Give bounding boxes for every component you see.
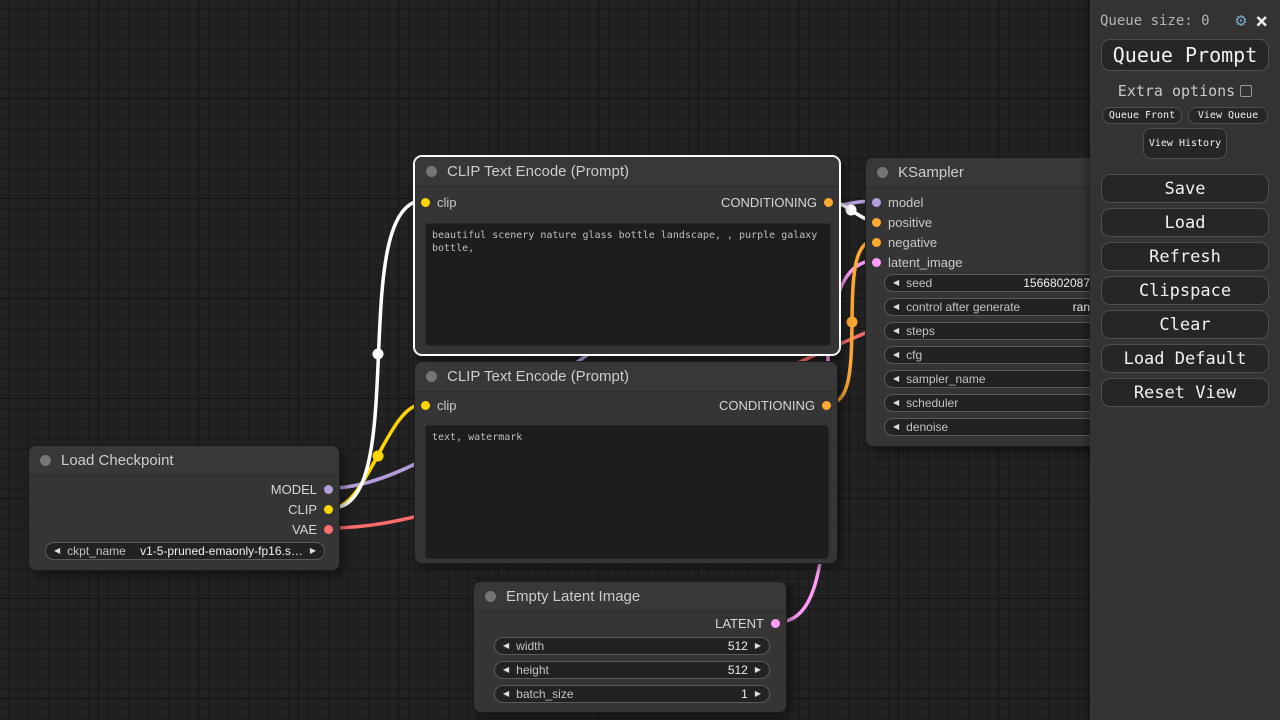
denoise-widget[interactable]: ◀ denoise ▶ — [884, 418, 1124, 436]
close-icon[interactable]: × — [1255, 10, 1268, 31]
stepper-left-icon[interactable]: ◀ — [503, 642, 509, 650]
slot-dot-conditioning[interactable] — [822, 400, 831, 410]
save-button[interactable]: Save — [1101, 174, 1269, 203]
refresh-button[interactable]: Refresh — [1101, 242, 1269, 271]
seed-widget[interactable]: ◀ seed 1566802087 ▶ — [884, 274, 1124, 292]
slot-dot-conditioning[interactable] — [824, 197, 833, 207]
ckpt-name-widget[interactable]: ◀ ckpt_name v1-5-pruned-emaonly-fp16.s… … — [45, 542, 325, 560]
control-after-generate-widget[interactable]: ◀ control after generate ran ▶ — [884, 298, 1124, 316]
node-clip-text-encode-negative[interactable]: CLIP Text Encode (Prompt) clip CONDITION… — [414, 361, 838, 564]
queue-front-button[interactable]: Queue Front — [1102, 107, 1182, 124]
node-title: CLIP Text Encode (Prompt) — [447, 368, 630, 385]
steps-widget[interactable]: ◀ steps ▶ — [884, 322, 1124, 340]
stepper-left-icon[interactable]: ◀ — [503, 666, 509, 674]
prompt-textarea[interactable]: text, watermark — [425, 425, 829, 559]
stepper-left-icon[interactable]: ◀ — [893, 375, 899, 383]
output-slot-clip: CLIP — [29, 501, 339, 517]
queue-prompt-button[interactable]: Queue Prompt — [1101, 39, 1269, 71]
stepper-left-icon[interactable]: ◀ — [54, 547, 60, 555]
extra-options-checkbox[interactable] — [1240, 85, 1253, 97]
node-clip-text-encode-positive[interactable]: CLIP Text Encode (Prompt) clip CONDITION… — [413, 155, 841, 356]
sampler-name-widget[interactable]: ◀ sampler_name ▶ — [884, 370, 1124, 388]
scheduler-widget[interactable]: ◀ scheduler ▶ — [884, 394, 1124, 412]
slot-dot-conditioning[interactable] — [872, 237, 881, 247]
stepper-right-icon[interactable]: ▶ — [755, 690, 761, 698]
node-title: KSampler — [898, 164, 964, 181]
collapse-dot-icon[interactable] — [485, 591, 496, 602]
node-header[interactable]: CLIP Text Encode (Prompt) — [415, 362, 837, 392]
node-load-checkpoint[interactable]: Load Checkpoint MODEL CLIP VAE ◀ ckpt_na… — [28, 445, 340, 571]
stepper-left-icon[interactable]: ◀ — [893, 423, 899, 431]
stepper-left-icon[interactable]: ◀ — [503, 690, 509, 698]
stepper-right-icon[interactable]: ▶ — [755, 666, 761, 674]
slot-dot-clip[interactable] — [324, 504, 333, 514]
output-slot-latent: LATENT — [474, 615, 786, 631]
view-history-button[interactable]: View History — [1143, 128, 1227, 159]
graph-canvas[interactable]: CLIP Text Encode (Prompt) clip CONDITION… — [0, 0, 1280, 720]
collapse-dot-icon[interactable] — [40, 455, 51, 466]
node-title: CLIP Text Encode (Prompt) — [447, 163, 630, 180]
collapse-dot-icon[interactable] — [877, 167, 888, 178]
prompt-textarea[interactable]: beautiful scenery nature glass bottle la… — [425, 223, 831, 346]
stepper-right-icon[interactable]: ▶ — [310, 547, 316, 555]
height-widget[interactable]: ◀ height 512 ▶ — [494, 661, 770, 679]
reset-view-button[interactable]: Reset View — [1101, 378, 1269, 407]
load-button[interactable]: Load — [1101, 208, 1269, 237]
output-slot-conditioning: CONDITIONING — [415, 397, 837, 413]
collapse-dot-icon[interactable] — [426, 371, 437, 382]
clipspace-button[interactable]: Clipspace — [1101, 276, 1269, 305]
link-dot — [372, 348, 384, 360]
view-queue-button[interactable]: View Queue — [1188, 107, 1268, 124]
slot-dot-model[interactable] — [324, 484, 333, 494]
stepper-right-icon[interactable]: ▶ — [755, 642, 761, 650]
queue-size-label: Queue size: 0 — [1100, 13, 1210, 29]
output-slot-vae: VAE — [29, 521, 339, 537]
link-dot — [846, 316, 858, 328]
node-header[interactable]: CLIP Text Encode (Prompt) — [415, 157, 839, 187]
collapse-dot-icon[interactable] — [426, 166, 437, 177]
slot-dot-vae[interactable] — [324, 524, 333, 534]
node-title: Empty Latent Image — [506, 588, 641, 605]
settings-gear-icon[interactable]: ⚙ — [1236, 12, 1247, 30]
cfg-widget[interactable]: ◀ cfg ▶ — [884, 346, 1124, 364]
slot-dot-latent[interactable] — [771, 618, 780, 628]
node-empty-latent-image[interactable]: Empty Latent Image LATENT ◀ width 512 ▶ … — [473, 581, 787, 713]
slot-dot-latent[interactable] — [872, 257, 881, 267]
stepper-left-icon[interactable]: ◀ — [893, 351, 899, 359]
link-dot — [372, 450, 384, 462]
output-slot-model: MODEL — [29, 481, 339, 497]
stepper-left-icon[interactable]: ◀ — [893, 279, 899, 287]
node-title: Load Checkpoint — [61, 452, 174, 469]
link-dot — [845, 204, 857, 216]
stepper-left-icon[interactable]: ◀ — [893, 327, 899, 335]
width-widget[interactable]: ◀ width 512 ▶ — [494, 637, 770, 655]
extra-options-label: Extra options — [1117, 82, 1236, 100]
output-slot-conditioning: CONDITIONING — [415, 194, 839, 210]
load-default-button[interactable]: Load Default — [1101, 344, 1269, 373]
stepper-left-icon[interactable]: ◀ — [893, 399, 899, 407]
slot-dot-conditioning[interactable] — [872, 217, 881, 227]
slot-dot-model[interactable] — [872, 197, 881, 207]
node-header[interactable]: Load Checkpoint — [29, 446, 339, 476]
clear-button[interactable]: Clear — [1101, 310, 1269, 339]
stepper-left-icon[interactable]: ◀ — [893, 303, 899, 311]
comfy-menu: Queue size: 0 ⚙ × Queue Prompt Extra opt… — [1090, 0, 1280, 720]
batch-size-widget[interactable]: ◀ batch_size 1 ▶ — [494, 685, 770, 703]
node-header[interactable]: Empty Latent Image — [474, 582, 786, 612]
